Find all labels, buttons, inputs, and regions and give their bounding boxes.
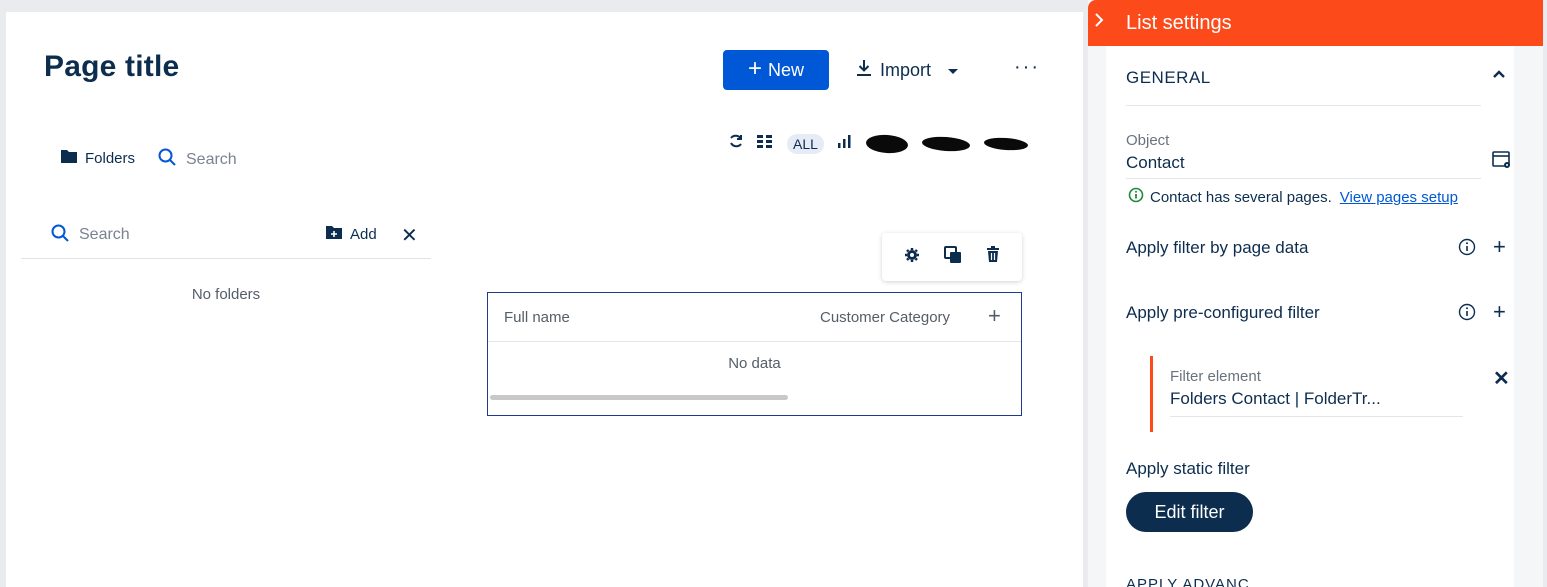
redacted-mark [865,133,909,154]
folders-tab[interactable]: Folders [61,149,135,167]
import-button[interactable]: Import [856,54,959,86]
horizontal-scrollbar[interactable] [490,395,788,400]
object-label: Object [1126,132,1170,149]
info-icon[interactable] [1458,238,1476,261]
remove-filter-icon[interactable]: ✕ [1493,366,1510,391]
list-settings-body: GENERAL Object Contact Contact has sever… [1106,46,1514,587]
divider [1126,178,1481,179]
add-preconfigured-filter-icon[interactable]: + [1493,301,1506,323]
new-button-label: New [768,59,805,80]
add-page-filter-icon[interactable]: + [1493,236,1506,258]
grid-empty-text: No data [728,355,781,372]
chart-icon[interactable] [837,134,852,153]
top-search-input[interactable]: Search [186,151,237,169]
folders-panel: Search Add ✕ No folders [21,212,431,303]
search-icon [158,148,176,171]
settings-icon[interactable] [904,247,920,268]
view-pages-setup-link[interactable]: View pages setup [1340,189,1458,206]
new-button[interactable]: + New [723,50,829,90]
divider [1126,105,1481,106]
column-header-full-name[interactable]: Full name [504,309,570,326]
main-canvas: Page title + New Import ··· Folders Sear… [6,12,1083,587]
chevron-right-icon[interactable] [1094,12,1104,33]
trash-icon[interactable] [986,246,1000,268]
download-icon [856,59,872,82]
refresh-icon[interactable] [729,133,743,154]
add-folder-label: Add [350,225,377,243]
object-value[interactable]: Contact [1126,153,1185,173]
import-button-label: Import [880,59,932,80]
folder-icon [61,149,77,167]
edit-filter-button[interactable]: Edit filter [1126,492,1253,532]
plus-icon: + [747,55,762,82]
pages-info: Contact has several pages. View pages se… [1128,187,1458,207]
caret-down-icon [947,60,959,81]
folder-plus-icon [326,225,342,243]
folders-panel-search[interactable]: Search Add ✕ [21,212,431,259]
filter-all-chip[interactable]: ALL [787,133,824,154]
grid-header: Full name Customer Category + [488,293,1021,342]
filter-element[interactable]: Filter element Folders Contact | FolderT… [1150,356,1463,432]
data-grid[interactable]: Full name Customer Category + No data [487,292,1022,416]
close-icon[interactable]: ✕ [401,223,418,248]
info-circle-icon [1128,187,1144,207]
folders-tab-label: Folders [85,149,136,167]
filter-element-value[interactable]: Folders Contact | FolderTr... [1170,389,1381,409]
empty-folders-text: No folders [191,286,261,303]
list-settings-panel: List settings GENERAL Object Contact Con… [1088,0,1543,587]
copy-icon[interactable] [944,245,962,269]
filter-by-page-label: Apply filter by page data [1126,238,1309,257]
advanced-section-title[interactable]: APPLY ADVANC [1126,576,1250,587]
column-header-customer-category[interactable]: Customer Category [820,309,950,326]
preconfigured-filter-label: Apply pre-configured filter [1126,303,1320,322]
chevron-up-icon[interactable] [1492,66,1506,84]
list-settings-header: List settings [1088,0,1543,46]
add-folder-button[interactable]: Add [326,225,377,243]
pages-info-text: Contact has several pages. [1150,188,1332,206]
page-title: Page title [44,50,180,83]
divider [1170,416,1463,417]
folder-search-input[interactable]: Search [79,226,130,244]
more-options-icon[interactable]: ··· [1014,56,1040,79]
element-toolbar [882,233,1022,281]
redacted-mark [983,135,1029,152]
info-icon[interactable] [1458,303,1476,326]
general-section-title[interactable]: GENERAL [1126,68,1211,88]
top-search[interactable]: Search [158,148,237,171]
search-icon [51,224,69,247]
window-settings-icon[interactable] [1492,150,1512,175]
add-column-icon[interactable]: + [988,303,1001,329]
redacted-mark [921,134,971,153]
static-filter-label: Apply static filter [1126,459,1250,478]
list-view-icon[interactable] [757,134,773,153]
view-toolbar: ALL [729,133,1029,154]
filter-element-label: Filter element [1170,368,1261,385]
list-settings-title: List settings [1126,11,1232,34]
